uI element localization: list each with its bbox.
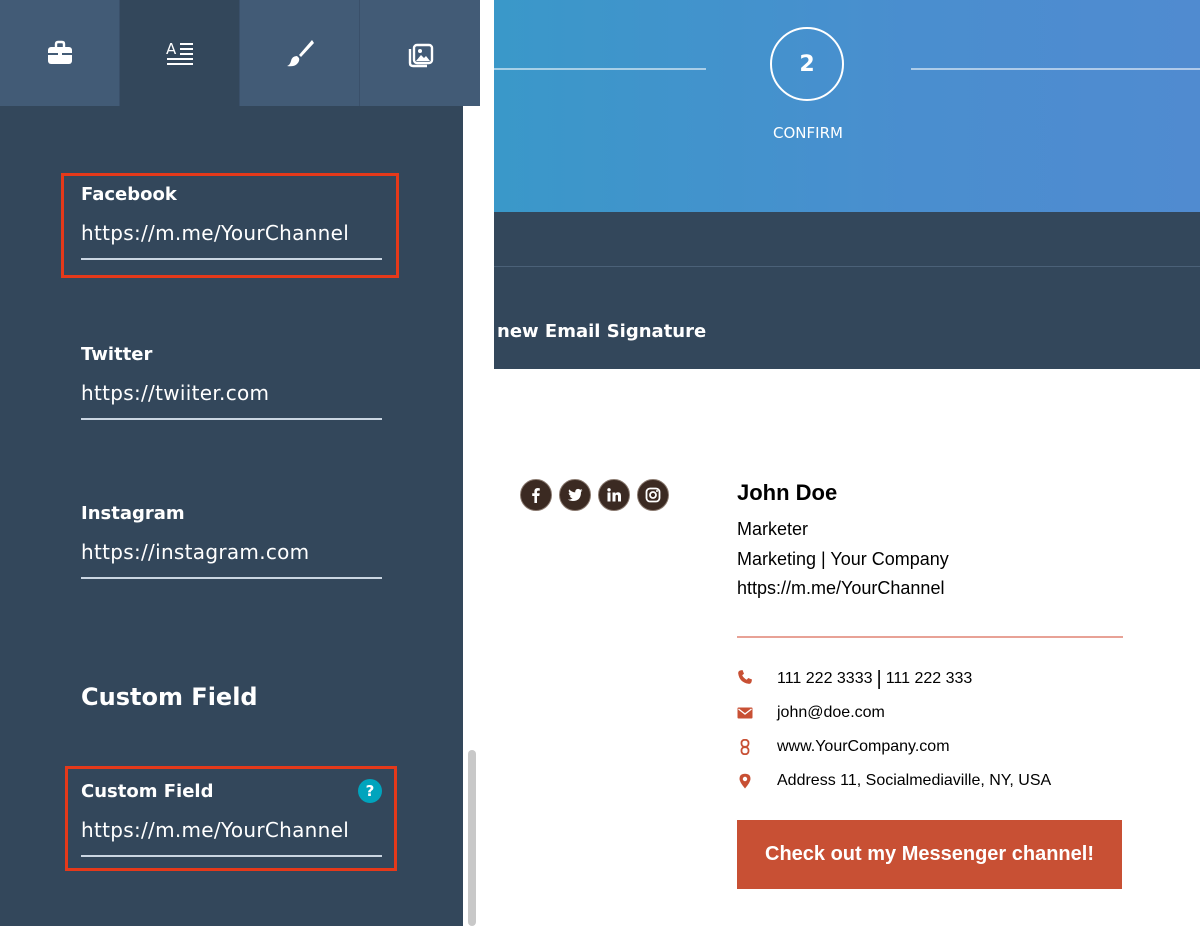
image-gallery-icon bbox=[408, 43, 434, 68]
signature-phone-secondary[interactable]: 111 222 333 bbox=[886, 670, 973, 687]
facebook-input-underline bbox=[81, 258, 382, 260]
signature-divider bbox=[737, 636, 1123, 638]
editor-scrollbar-thumb[interactable] bbox=[468, 750, 476, 926]
facebook-icon bbox=[532, 488, 540, 503]
signature-name: John Doe bbox=[737, 480, 838, 505]
signature-twitter-link[interactable] bbox=[559, 479, 591, 511]
linkedin-icon bbox=[607, 488, 621, 502]
editor-panel: A Facebook https://m.me/YourChannel Twit… bbox=[0, 0, 480, 926]
signature-job-title: Marketer bbox=[737, 519, 809, 539]
facebook-input[interactable]: https://m.me/YourChannel bbox=[81, 221, 349, 245]
twitter-input-underline bbox=[81, 418, 382, 420]
briefcase-icon bbox=[47, 40, 72, 64]
signature-linkedin-link[interactable] bbox=[598, 479, 630, 511]
help-icon[interactable]: ? bbox=[358, 779, 382, 803]
panel-divider bbox=[480, 0, 494, 926]
header-divider bbox=[494, 266, 1200, 267]
custom-field-label: Custom Field bbox=[81, 781, 214, 802]
signature-facebook-link[interactable] bbox=[520, 479, 552, 511]
tab-images[interactable] bbox=[360, 0, 480, 106]
custom-field-section-title: Custom Field bbox=[81, 683, 258, 711]
email-icon bbox=[737, 707, 753, 719]
signature-phone: 111 222 3333 | 111 222 333 bbox=[777, 668, 972, 691]
custom-field-input-underline bbox=[81, 855, 382, 857]
instagram-input-underline bbox=[81, 577, 382, 579]
twitter-icon bbox=[567, 488, 583, 501]
messenger-cta-button[interactable]: Check out my Messenger channel! bbox=[737, 820, 1122, 889]
page-title: new Email Signature bbox=[497, 321, 707, 342]
step-connector-left bbox=[494, 68, 706, 70]
progress-banner bbox=[494, 0, 1200, 212]
tab-details[interactable] bbox=[0, 0, 120, 106]
tab-style[interactable] bbox=[240, 0, 360, 106]
step-number-circle[interactable]: 2 bbox=[770, 27, 844, 101]
custom-field-input[interactable]: https://m.me/YourChannel bbox=[81, 818, 349, 842]
signature-instagram-link[interactable] bbox=[637, 479, 669, 511]
signature-custom-link[interactable]: https://m.me/YourChannel bbox=[737, 578, 944, 599]
link-icon bbox=[740, 739, 750, 755]
svg-text:A: A bbox=[166, 40, 177, 58]
header-bar bbox=[494, 212, 1200, 369]
signature-address: Address 11, Socialmediaville, NY, USA bbox=[777, 772, 1052, 789]
location-pin-icon bbox=[739, 773, 751, 789]
instagram-icon bbox=[645, 487, 661, 503]
instagram-label: Instagram bbox=[81, 503, 185, 524]
editor-tabbar: A bbox=[0, 0, 480, 106]
paintbrush-icon bbox=[286, 40, 314, 67]
instagram-input[interactable]: https://instagram.com bbox=[81, 540, 309, 564]
signature-email[interactable]: john@doe.com bbox=[777, 704, 885, 722]
signature-phone-primary[interactable]: 111 222 3333 bbox=[777, 670, 873, 687]
phone-separator: | bbox=[876, 668, 882, 690]
step-connector-right bbox=[911, 68, 1200, 70]
facebook-label: Facebook bbox=[81, 184, 177, 205]
tab-text[interactable]: A bbox=[120, 0, 240, 106]
signature-website[interactable]: www.YourCompany.com bbox=[777, 738, 950, 756]
text-format-icon: A bbox=[166, 40, 193, 65]
twitter-label: Twitter bbox=[81, 344, 153, 365]
step-label: CONFIRM bbox=[773, 124, 843, 142]
twitter-input[interactable]: https://twiiter.com bbox=[81, 381, 269, 405]
signature-department: Marketing | Your Company bbox=[737, 549, 949, 569]
phone-icon bbox=[738, 670, 752, 684]
